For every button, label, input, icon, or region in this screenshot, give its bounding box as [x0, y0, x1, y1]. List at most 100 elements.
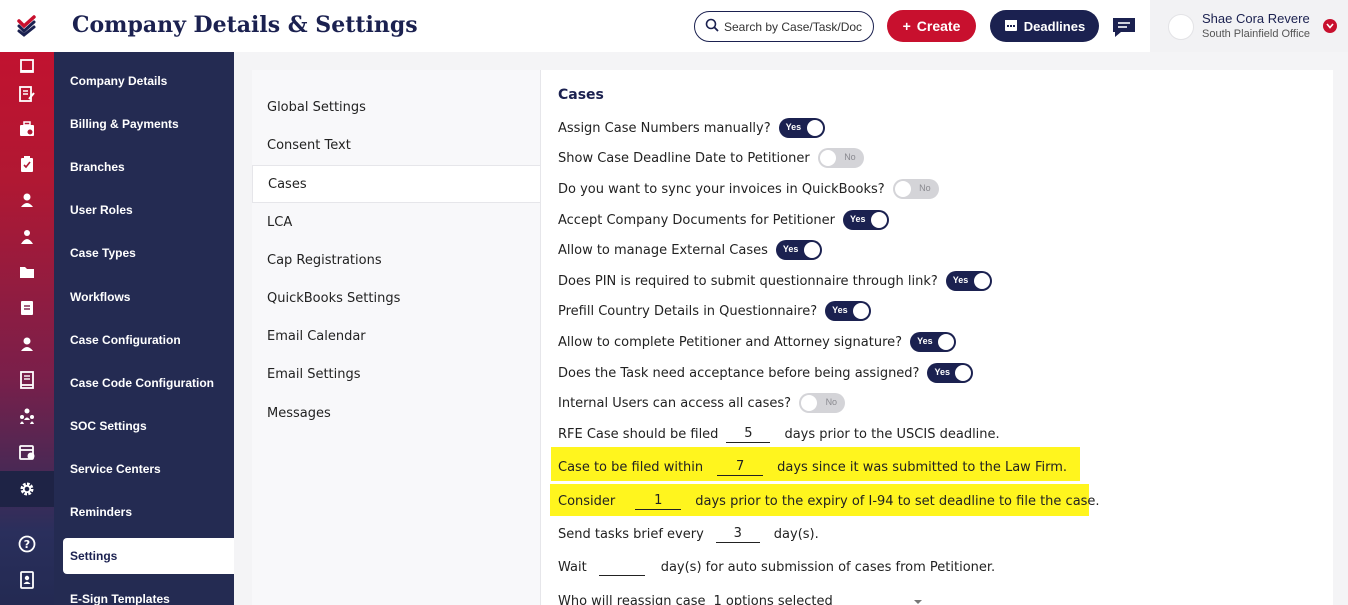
- calendar-icon[interactable]: [0, 434, 54, 470]
- sidebar-item-label: Settings: [70, 549, 118, 563]
- sidebar-item-settings[interactable]: Settings: [63, 538, 234, 574]
- toggle-switch[interactable]: No: [892, 179, 939, 199]
- user-name: Shae Cora Revere: [1202, 11, 1310, 26]
- setting-label: RFE Case should be filed: [558, 426, 719, 442]
- i94-consider-row: Consider 1 days prior to the expiry of I…: [558, 490, 1100, 512]
- subnav-lca[interactable]: LCA: [267, 215, 292, 230]
- setting-row: Internal Users can access all cases? No: [558, 392, 846, 414]
- subnav-cases[interactable]: Cases: [252, 165, 541, 203]
- sidebar-item-case-types[interactable]: Case Types: [70, 246, 136, 260]
- subnav-quickbooks-settings[interactable]: QuickBooks Settings: [267, 291, 400, 306]
- setting-label: Case to be filed within: [558, 459, 704, 475]
- search-box[interactable]: [694, 11, 874, 42]
- toggle-switch[interactable]: Yes: [945, 271, 992, 291]
- sidebar-item-e-sign-templates[interactable]: E-Sign Templates: [70, 592, 170, 605]
- toggle-switch[interactable]: Yes: [825, 301, 872, 321]
- create-button[interactable]: + Create: [887, 10, 976, 42]
- reassign-row: Who will reassign case 1 options selecte…: [558, 590, 923, 605]
- i94-days-input[interactable]: 1: [635, 492, 682, 510]
- setting-row: Do you want to sync your invoices in Qui…: [558, 178, 939, 200]
- settings-subnav: Global Settings Consent Text Cases LCA C…: [252, 70, 541, 605]
- setting-row: Does the Task need acceptance before bei…: [558, 362, 974, 384]
- org-icon[interactable]: [0, 398, 54, 434]
- file-within-days-input[interactable]: 7: [717, 458, 764, 476]
- app-logo[interactable]: [0, 0, 54, 52]
- book-icon[interactable]: [0, 562, 54, 598]
- setting-row: Allow to complete Petitioner and Attorne…: [558, 331, 957, 353]
- reassign-select-value: 1 options selected: [713, 593, 833, 605]
- search-icon: [705, 17, 719, 36]
- setting-label: Prefill Country Details in Questionnaire…: [558, 303, 818, 319]
- toggle-switch[interactable]: Yes: [910, 332, 957, 352]
- subnav-email-calendar[interactable]: Email Calendar: [267, 329, 366, 344]
- toggle-switch[interactable]: No: [817, 148, 864, 168]
- toggle-state: No: [825, 397, 838, 407]
- deadlines-button-label: Deadlines: [1023, 18, 1086, 34]
- setting-row: Show Case Deadline Date to Petitioner No: [558, 147, 864, 169]
- settings-sidebar: Company Details Billing & Payments Branc…: [54, 52, 234, 605]
- sidebar-item-company-details[interactable]: Company Details: [70, 74, 167, 88]
- top-header: Company Details & Settings + Create Dead…: [54, 0, 1348, 52]
- toggle-state: Yes: [917, 336, 933, 346]
- sidebar-item-reminders[interactable]: Reminders: [70, 505, 132, 519]
- create-button-label: Create: [916, 18, 961, 34]
- sidebar-item-billing-payments[interactable]: Billing & Payments: [70, 117, 179, 131]
- subnav-consent-text[interactable]: Consent Text: [267, 138, 351, 153]
- calendar-icon: [1004, 18, 1018, 35]
- sidebar-item-branches[interactable]: Branches: [70, 160, 125, 174]
- users-icon[interactable]: [0, 219, 54, 255]
- setting-row: Accept Company Documents for Petitioner …: [558, 209, 890, 231]
- setting-label: Does the Task need acceptance before bei…: [558, 365, 920, 381]
- toggle-state: Yes: [832, 305, 848, 315]
- toggle-switch[interactable]: Yes: [843, 210, 890, 230]
- briefcase-icon[interactable]: [0, 111, 54, 147]
- setting-label: Do you want to sync your invoices in Qui…: [558, 181, 885, 197]
- user-menu[interactable]: Shae Cora Revere South Plainfield Office: [1150, 0, 1348, 52]
- chat-icon[interactable]: [1110, 14, 1138, 40]
- toggle-state: No: [919, 183, 931, 193]
- setting-label: Allow to complete Petitioner and Attorne…: [558, 334, 903, 350]
- toggle-state: No: [844, 152, 856, 162]
- subnav-messages[interactable]: Messages: [267, 406, 331, 421]
- ledger-icon[interactable]: [0, 362, 54, 398]
- sidebar-item-case-code-configuration[interactable]: Case Code Configuration: [70, 376, 214, 390]
- subnav-email-settings[interactable]: Email Settings: [267, 367, 361, 382]
- icon-rail: ?: [0, 0, 54, 605]
- chevron-down-icon[interactable]: [1323, 19, 1337, 33]
- notes-icon[interactable]: [0, 76, 54, 112]
- setting-label: day(s).: [773, 526, 819, 542]
- user-office: South Plainfield Office: [1202, 28, 1311, 40]
- toggle-state: Yes: [952, 275, 969, 285]
- subnav-global-settings[interactable]: Global Settings: [267, 100, 366, 115]
- tasks-brief-days-input[interactable]: 3: [715, 525, 760, 543]
- gear-icon[interactable]: [0, 471, 54, 507]
- folder-icon[interactable]: [0, 254, 54, 290]
- auto-submission-days-input[interactable]: [598, 558, 645, 576]
- setting-label: day(s) for auto submission of cases from…: [660, 559, 996, 575]
- deadlines-button[interactable]: Deadlines: [990, 10, 1099, 42]
- toggle-switch[interactable]: Yes: [778, 118, 825, 138]
- setting-label: Consider: [558, 493, 616, 509]
- subnav-cap-registrations[interactable]: Cap Registrations: [267, 253, 382, 268]
- contact-icon[interactable]: [0, 326, 54, 362]
- sidebar-item-case-configuration[interactable]: Case Configuration: [70, 333, 181, 347]
- sidebar-item-workflows[interactable]: Workflows: [70, 290, 130, 304]
- toggle-switch[interactable]: Yes: [775, 240, 822, 260]
- help-icon[interactable]: ?: [0, 526, 54, 562]
- setting-row: Assign Case Numbers manually? Yes: [558, 117, 825, 139]
- auto-submission-row: Wait day(s) for auto submission of cases…: [558, 556, 995, 578]
- document-icon[interactable]: [0, 290, 54, 326]
- setting-label: Who will reassign case: [558, 593, 706, 605]
- toggle-switch[interactable]: Yes: [927, 363, 974, 383]
- search-input[interactable]: [724, 19, 862, 34]
- rfe-days-input[interactable]: 5: [726, 425, 771, 443]
- user-icon[interactable]: [0, 182, 54, 218]
- setting-label: Internal Users can access all cases?: [558, 395, 792, 411]
- sidebar-item-soc-settings[interactable]: SOC Settings: [70, 419, 147, 433]
- clipboard-icon[interactable]: [0, 146, 54, 182]
- toggle-switch[interactable]: No: [799, 393, 846, 413]
- reassign-select[interactable]: 1 options selected: [713, 594, 923, 605]
- sidebar-item-user-roles[interactable]: User Roles: [70, 203, 133, 217]
- setting-label: days prior to the USCIS deadline.: [784, 426, 1000, 442]
- sidebar-item-service-centers[interactable]: Service Centers: [70, 462, 161, 476]
